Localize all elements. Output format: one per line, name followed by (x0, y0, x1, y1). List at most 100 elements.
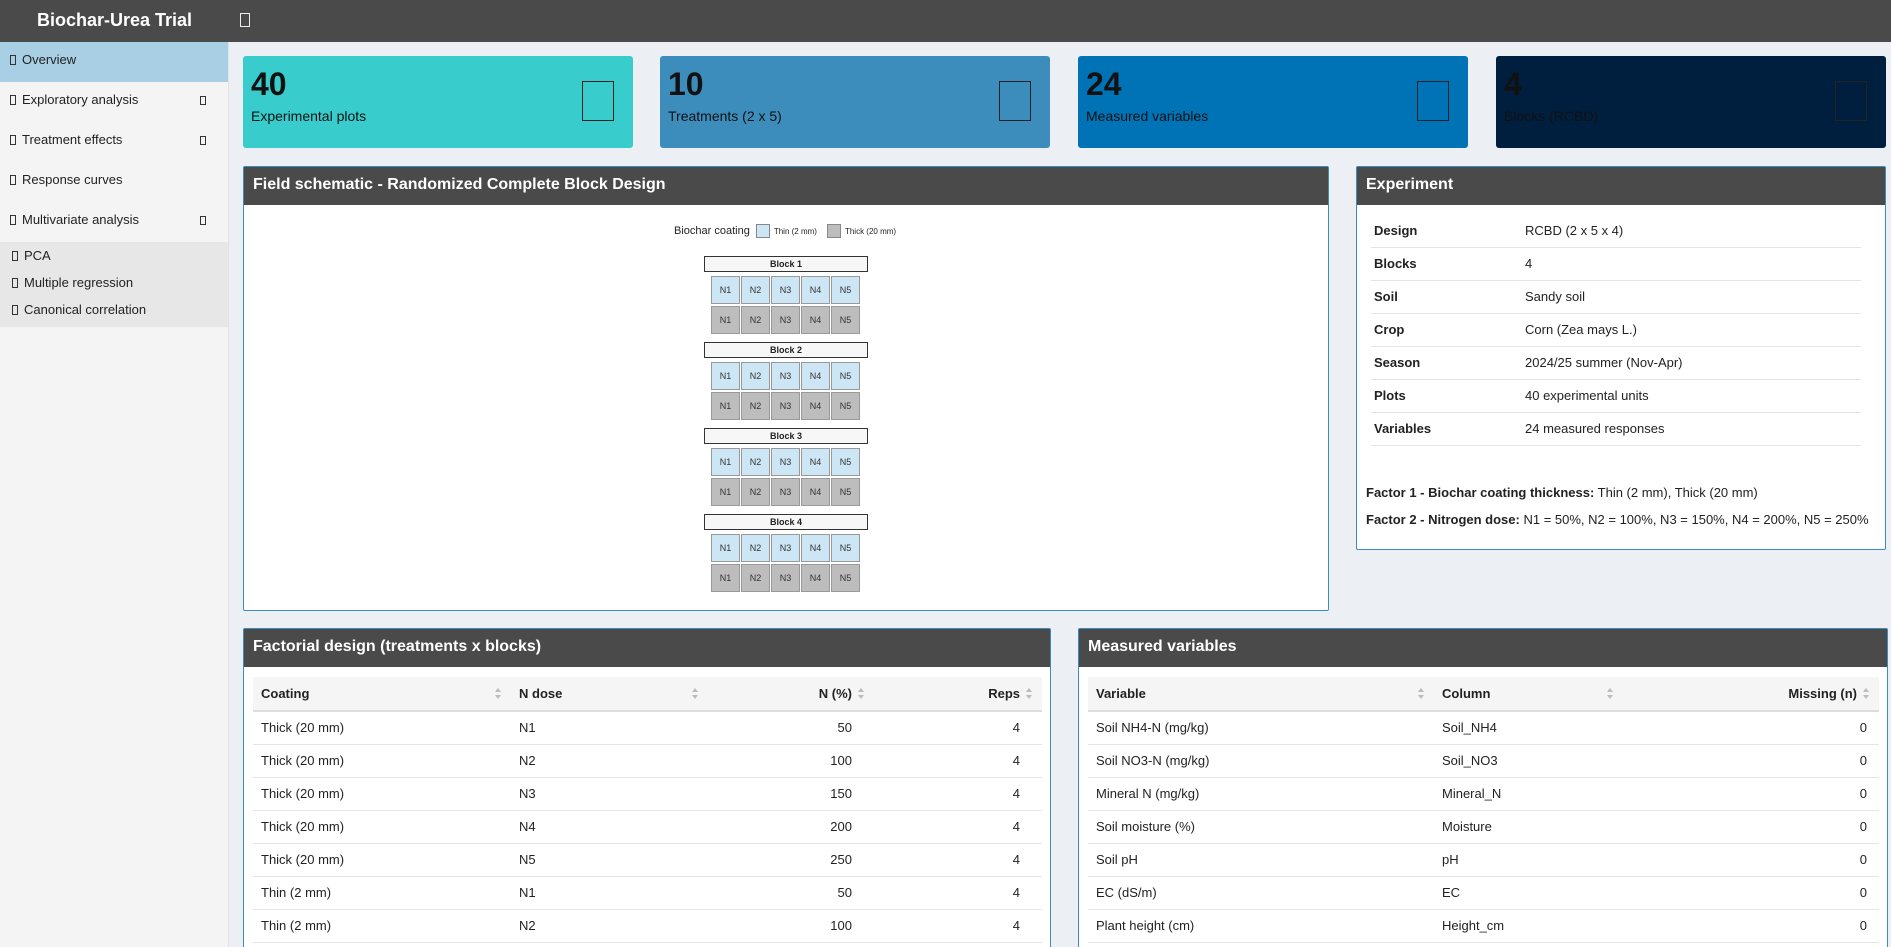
table-row[interactable]: Thick (20 mm) N3 150 4 (253, 777, 1042, 811)
value-box-number: 40 (251, 66, 287, 102)
value-box-number: 24 (1086, 66, 1122, 102)
column-header-n-dose[interactable]: N dose (511, 677, 708, 712)
table-cell: N2 (511, 909, 708, 943)
plot-thin-n5: N5 (831, 534, 860, 562)
block-title: Block 4 (704, 514, 868, 530)
factor-2: Factor 2 - Nitrogen dose: N1 = 50%, N2 =… (1366, 512, 1869, 527)
plot-thin-n5: N5 (831, 276, 860, 304)
table-row[interactable]: EC (dS/m) EC 0 (1088, 876, 1879, 910)
column-header-column[interactable]: Column (1434, 677, 1623, 712)
table-cell: Soil_NH4 (1434, 711, 1623, 745)
variables-icon (1417, 81, 1449, 121)
legend-swatch-thin (755, 224, 770, 238)
plot-thick-n1: N1 (711, 478, 740, 506)
sort-icon[interactable] (1863, 688, 1869, 700)
plot-thin-n3: N3 (771, 448, 800, 476)
plot-thin-n3: N3 (771, 534, 800, 562)
plot-thick-n5: N5 (831, 392, 860, 420)
response-curves-icon (10, 174, 16, 185)
table-cell: 4 (874, 876, 1042, 910)
legend-label-thin: Thin (2 mm) (773, 226, 817, 236)
table-cell: EC (dS/m) (1088, 876, 1434, 910)
table-row[interactable]: Thin (2 mm) N1 50 4 (253, 876, 1042, 910)
table-cell: Soil NH4-N (mg/kg) (1088, 711, 1434, 745)
table-cell: Plant height (cm) (1088, 909, 1434, 943)
column-header-variable[interactable]: Variable (1088, 677, 1434, 712)
column-header-reps[interactable]: Reps (874, 677, 1042, 712)
sort-icon[interactable] (858, 688, 864, 700)
table-row[interactable]: Thick (20 mm) N4 200 4 (253, 810, 1042, 844)
column-header-coating[interactable]: Coating (253, 677, 511, 712)
table-cell: 0 (1623, 909, 1879, 943)
plot-thin-n2: N2 (741, 362, 770, 390)
table-cell: 4 (874, 744, 1042, 778)
column-header-n-percent[interactable]: N (%) (708, 677, 874, 712)
plot-thick-n4: N4 (801, 392, 830, 420)
submenu-item-label: Multiple regression (24, 275, 134, 290)
info-value: Corn (Zea mays L.) (1525, 322, 1637, 337)
multivariate-submenu: PCA Multiple regression Canonical correl… (0, 242, 228, 327)
table-cell: 150 (708, 777, 874, 811)
pca-icon (12, 250, 18, 261)
chevron-icon (200, 96, 206, 105)
value-box-number: 10 (668, 66, 704, 102)
submenu-item-pca[interactable]: PCA (0, 244, 228, 271)
table-row[interactable]: Thick (20 mm) N5 250 4 (253, 843, 1042, 877)
factor-1: Factor 1 - Biochar coating thickness: Th… (1366, 485, 1758, 500)
legend-label-thick: Thick (20 mm) (844, 226, 897, 236)
plot-thin-n5: N5 (831, 362, 860, 390)
measured-variables-panel: Measured variables Variable Column Missi… (1078, 628, 1888, 947)
chevron-icon (200, 216, 206, 225)
experiment-panel: Experiment Design RCBD (2 x 5 x 4) Blocks 4… (1356, 166, 1886, 550)
table-cell: N1 (511, 876, 708, 910)
sidebar-item-multivariate[interactable]: Multivariate analysis (0, 202, 228, 242)
value-box-label: Blocks (RCBD) (1504, 108, 1599, 124)
table-row[interactable]: Soil pH pH 0 (1088, 843, 1879, 877)
info-value: 40 experimental units (1525, 388, 1649, 403)
info-key: Soil (1374, 289, 1398, 304)
table-row[interactable]: Thin (2 mm) N2 100 4 (253, 909, 1042, 943)
sidebar-item-exploratory[interactable]: Exploratory analysis (0, 82, 228, 122)
sort-icon[interactable] (692, 688, 698, 700)
sort-icon[interactable] (1026, 688, 1032, 700)
plot-thin-n4: N4 (801, 276, 830, 304)
table-cell: pH (1434, 843, 1623, 877)
info-key: Plots (1374, 388, 1406, 403)
submenu-item-canonical-correlation[interactable]: Canonical correlation (0, 298, 228, 325)
sidebar-item-overview[interactable]: Overview (0, 42, 228, 82)
value-box-label: Measured variables (1086, 108, 1209, 124)
sidebar-item-treatment-effects[interactable]: Treatment effects (0, 122, 228, 162)
value-box-number: 4 (1504, 66, 1522, 102)
table-cell: Thick (20 mm) (253, 777, 511, 811)
info-value: 4 (1525, 256, 1533, 271)
plot-thick-n2: N2 (741, 306, 770, 334)
value-box-treatments: 10 Treatments (2 x 5) (660, 56, 1050, 148)
table-row[interactable]: Soil NO3-N (mg/kg) Soil_NO3 0 (1088, 744, 1879, 778)
table-cell: 50 (708, 876, 874, 910)
table-cell: 4 (874, 843, 1042, 877)
table-cell: N4 (511, 810, 708, 844)
table-row[interactable]: Soil NH4-N (mg/kg) Soil_NH4 0 (1088, 711, 1879, 745)
table-row[interactable]: Soil moisture (%) Moisture 0 (1088, 810, 1879, 844)
table-row[interactable]: Thick (20 mm) N1 50 4 (253, 711, 1042, 745)
info-value: Sandy soil (1525, 289, 1585, 304)
sidebar-toggle-icon[interactable] (240, 13, 250, 27)
sort-icon[interactable] (1418, 688, 1424, 700)
submenu-item-multiple-regression[interactable]: Multiple regression (0, 271, 228, 298)
sidebar-item-response-curves[interactable]: Response curves (0, 162, 228, 202)
table-cell: N1 (511, 711, 708, 745)
sort-icon[interactable] (495, 688, 501, 700)
info-key: Season (1374, 355, 1421, 370)
plot-thin-n4: N4 (801, 534, 830, 562)
sort-icon[interactable] (1607, 688, 1613, 700)
info-value: 2024/25 summer (Nov-Apr) (1525, 355, 1683, 370)
column-header-missing[interactable]: Missing (n) (1623, 677, 1879, 712)
table-cell: 100 (708, 909, 874, 943)
table-cell: 250 (708, 843, 874, 877)
table-row[interactable]: Mineral N (mg/kg) Mineral_N 0 (1088, 777, 1879, 811)
plot-thick-n3: N3 (771, 564, 800, 592)
panel-title: Measured variables (1079, 629, 1887, 667)
table-row[interactable]: Thick (20 mm) N2 100 4 (253, 744, 1042, 778)
treatment-icon (10, 134, 16, 145)
table-row[interactable]: Plant height (cm) Height_cm 0 (1088, 909, 1879, 943)
